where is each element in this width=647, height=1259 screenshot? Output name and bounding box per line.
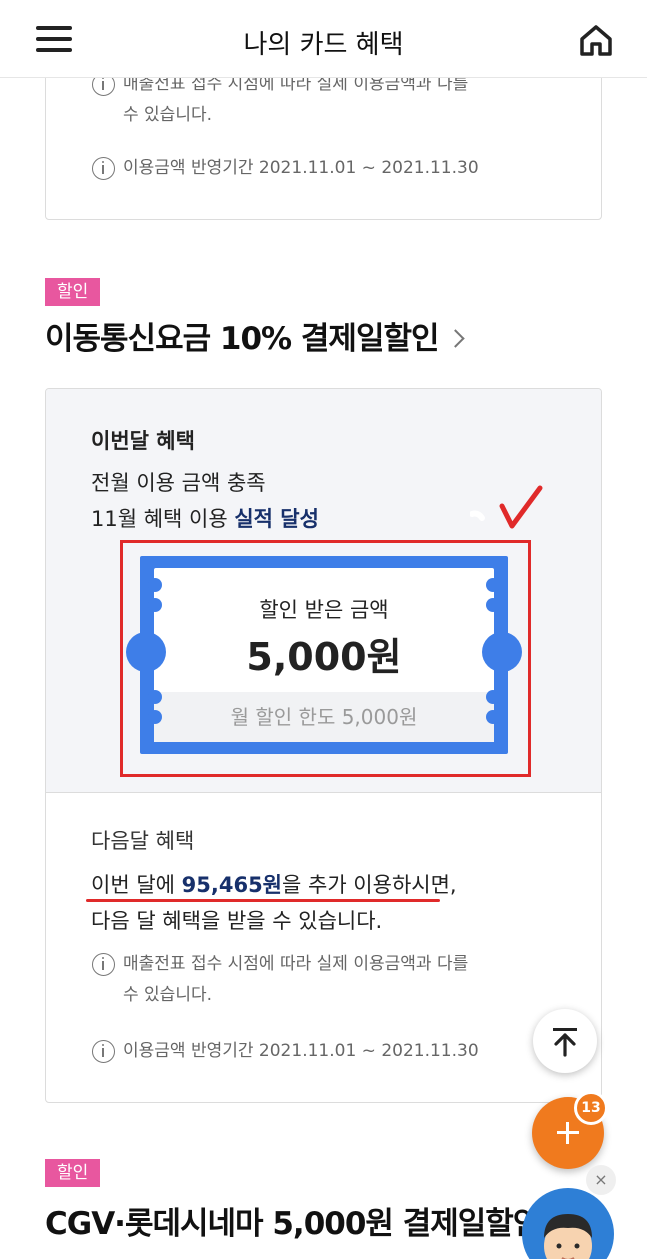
line-2-prefix: 11월 혜택 이용: [91, 507, 235, 531]
divider: [46, 792, 601, 793]
info-icon: [92, 157, 115, 180]
arrow-up-icon: [553, 1028, 577, 1057]
checkmark-icon: [470, 485, 543, 529]
next-month-heading: 다음달 혜택: [91, 829, 195, 853]
highlight-frame: [120, 540, 531, 777]
this-month-heading: 이번달 혜택: [91, 429, 195, 453]
benefit-title[interactable]: 이동통신요금 10% 결제일할인: [45, 313, 465, 358]
this-month-line-2: 11월 혜택 이용 실적 달성: [91, 503, 319, 533]
discount-badge: 할인: [45, 278, 101, 306]
next-month-line-1: 이번 달에 95,465원을 추가 이용하시면,: [91, 869, 457, 899]
line-1-prefix: 이번 달에: [91, 873, 182, 897]
chevron-right-icon: [445, 329, 465, 348]
page-title: 나의 카드 혜택: [243, 30, 404, 60]
line-1-suffix: 을 추가 이용하시면,: [282, 873, 457, 897]
benefit-title-text: 이동통신요금 10% 결제일할인: [45, 321, 440, 357]
home-icon[interactable]: [578, 22, 614, 58]
scroll-to-top-button[interactable]: [533, 1009, 597, 1073]
benefit-title[interactable]: CGV·롯데시네마 5,000원 결제일할인: [45, 1198, 541, 1243]
info-icon: [92, 1040, 115, 1063]
period-note: 이용금액 반영기간 2021.11.01 ~ 2021.11.30: [92, 153, 479, 184]
app-header: 나의 카드 혜택: [0, 0, 647, 78]
plus-icon: [566, 1122, 569, 1144]
period-text: 이용금액 반영기간 2021.11.01 ~ 2021.11.30: [123, 158, 479, 178]
sales-slip-note: 매출전표 접수 시점에 따라 실제 이용금액과 다를 수 있습니다.: [92, 949, 562, 1011]
period-text: 이용금액 반영기간 2021.11.01 ~ 2021.11.30: [123, 1041, 479, 1061]
next-month-line-2: 다음 달 혜택을 받을 수 있습니다.: [91, 909, 383, 933]
achievement-highlight: 실적 달성: [234, 507, 319, 531]
period-note: 이용금액 반영기간 2021.11.01 ~ 2021.11.30: [92, 1036, 479, 1067]
sales-slip-note: 매출전표 접수 시점에 따라 실제 이용금액과 다를 수 있습니다.: [92, 69, 562, 131]
notification-count-badge: 13: [574, 1091, 608, 1125]
highlight-underline: [86, 899, 440, 902]
note-line-1: 매출전표 접수 시점에 따라 실제 이용금액과 다를: [123, 954, 469, 974]
info-icon: [92, 953, 115, 976]
note-line-2: 수 있습니다.: [123, 985, 213, 1005]
close-button[interactable]: ×: [586, 1165, 616, 1195]
this-month-line-1: 전월 이용 금액 충족: [91, 471, 266, 495]
note-line-2: 수 있습니다.: [123, 105, 213, 125]
discount-badge: 할인: [45, 1159, 101, 1187]
required-amount: 95,465원: [181, 873, 282, 897]
